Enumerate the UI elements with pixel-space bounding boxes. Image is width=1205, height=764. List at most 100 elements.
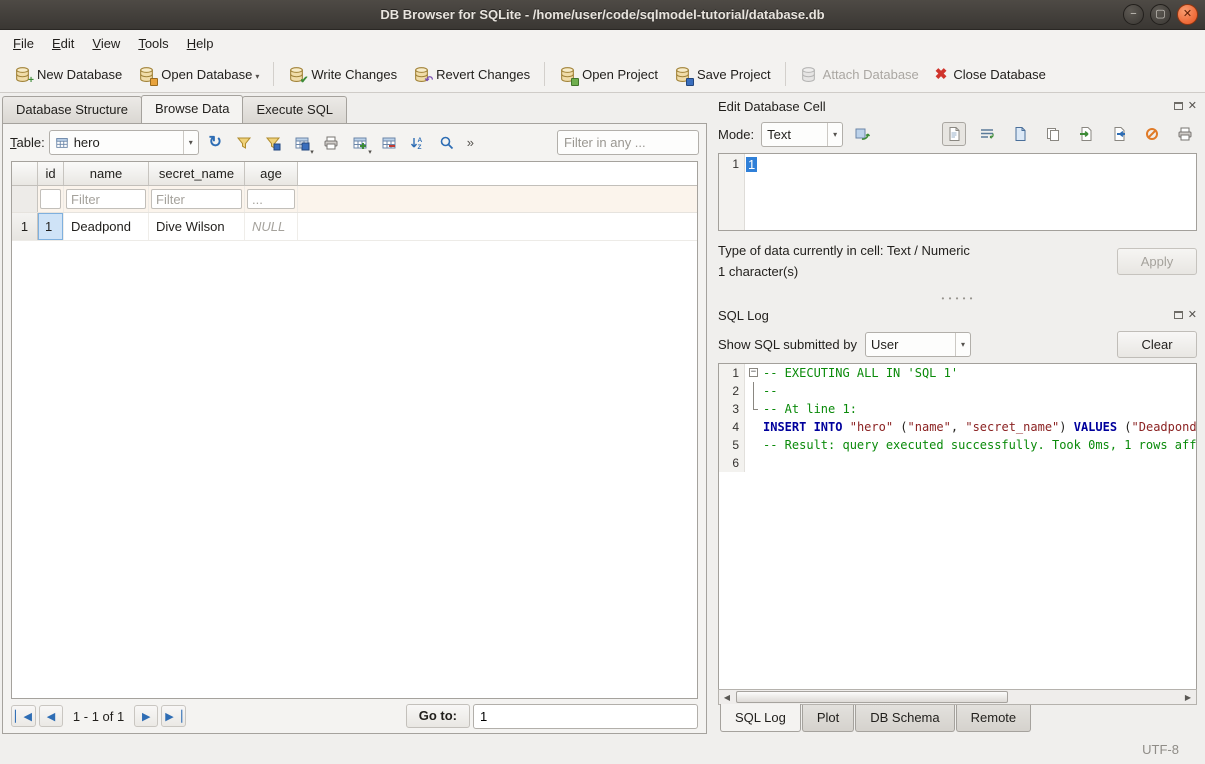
mode-select[interactable]: Text ▾	[761, 122, 843, 147]
main-tabs: Database Structure Browse Data Execute S…	[2, 95, 707, 123]
text-document-button[interactable]	[942, 122, 966, 146]
print-table-button[interactable]	[319, 130, 344, 155]
menu-help[interactable]: Help	[178, 32, 223, 55]
goto-button[interactable]: Go to:	[406, 704, 470, 728]
show-sql-label: Show SQL submitted by	[718, 337, 857, 352]
delete-record-button[interactable]	[377, 130, 402, 155]
filter-input-id[interactable]	[40, 189, 61, 209]
previous-page-button[interactable]: ◀	[39, 705, 63, 727]
first-page-button[interactable]: ▏◀	[11, 705, 36, 727]
attach-database-button[interactable]: Attach Database	[792, 60, 927, 89]
sql-log-line: 1−-- EXECUTING ALL IN 'SQL 1'	[719, 364, 1196, 382]
goto-input[interactable]	[473, 704, 698, 729]
tab-plot[interactable]: Plot	[802, 705, 854, 732]
filter-any-input[interactable]	[557, 130, 699, 155]
sql-log-view[interactable]: 1−-- EXECUTING ALL IN 'SQL 1'2--3-- At l…	[718, 363, 1197, 689]
toolbar-overflow-chevron[interactable]: »	[464, 135, 477, 150]
maximize-button[interactable]: ▢	[1150, 4, 1171, 25]
clear-log-button[interactable]: Clear	[1117, 331, 1197, 358]
set-null-button[interactable]	[1140, 122, 1164, 146]
filter-input-name[interactable]	[66, 189, 146, 209]
cell-id[interactable]: 1	[38, 213, 64, 240]
scrollbar-thumb[interactable]	[736, 691, 1008, 703]
find-in-table-button[interactable]	[435, 130, 460, 155]
table-select[interactable]: hero ▾	[49, 130, 199, 155]
cell-name[interactable]: Deadpond	[64, 213, 149, 240]
column-header-age[interactable]: age	[245, 162, 298, 185]
open-in-editor-button[interactable]	[1008, 122, 1032, 146]
auto-mode-button[interactable]	[850, 122, 874, 146]
cell-age[interactable]: NULL	[245, 213, 298, 240]
table-icon	[55, 136, 69, 150]
close-database-button[interactable]: ✖ Close Database	[927, 59, 1054, 89]
refresh-button[interactable]: ↻	[203, 130, 228, 155]
open-database-dropdown-icon[interactable]: ▾	[255, 72, 259, 81]
scroll-right-icon[interactable]: ▶	[1180, 693, 1196, 702]
table-save-icon	[294, 135, 310, 151]
cell-editor[interactable]: 1 1	[718, 153, 1197, 231]
filter-input-age[interactable]	[247, 189, 295, 209]
main-toolbar: + New Database Open Database ▾ ✔ Write C…	[0, 56, 1205, 93]
printer-icon	[323, 135, 339, 151]
next-page-button[interactable]: ▶	[134, 705, 158, 727]
sql-log-header: SQL Log ✕	[718, 304, 1197, 326]
undock-icon[interactable]	[1174, 102, 1183, 110]
sql-log-lines: 1−-- EXECUTING ALL IN 'SQL 1'2--3-- At l…	[719, 364, 1196, 472]
tab-sql-log[interactable]: SQL Log	[720, 704, 801, 732]
sort-button[interactable]: AZ	[406, 130, 431, 155]
svg-text:A: A	[418, 137, 423, 144]
export-table-button[interactable]: ▾	[290, 130, 315, 155]
revert-changes-button[interactable]: ↶ Revert Changes	[405, 60, 538, 89]
open-project-button[interactable]: Open Project	[551, 60, 666, 89]
filter-input-secret-name[interactable]	[151, 189, 242, 209]
column-header-id[interactable]: id	[38, 162, 64, 185]
fold-collapse-icon[interactable]: −	[749, 368, 758, 377]
close-database-icon: ✖	[935, 65, 948, 83]
main-content: Database Structure Browse Data Execute S…	[0, 93, 1205, 734]
undock-icon[interactable]	[1174, 311, 1183, 319]
row-header[interactable]: 1	[12, 213, 38, 240]
save-filter-button[interactable]	[261, 130, 286, 155]
submitted-by-select[interactable]: User ▾	[865, 332, 971, 357]
word-wrap-button[interactable]	[975, 122, 999, 146]
copy-cell-button[interactable]	[1041, 122, 1065, 146]
database-revert-icon: ↶	[413, 66, 430, 83]
cell-secret-name[interactable]: Dive Wilson	[149, 213, 245, 240]
tab-remote[interactable]: Remote	[956, 705, 1032, 732]
close-panel-icon[interactable]: ✕	[1188, 310, 1197, 320]
save-project-button[interactable]: Save Project	[666, 60, 779, 89]
tab-db-schema[interactable]: DB Schema	[855, 705, 954, 732]
null-icon	[1144, 126, 1160, 142]
column-header-secret-name[interactable]: secret_name	[149, 162, 245, 185]
horizontal-scrollbar[interactable]: ◀ ▶	[718, 689, 1197, 705]
new-database-button[interactable]: + New Database	[6, 60, 130, 89]
cell-info: Type of data currently in cell: Text / N…	[718, 240, 1197, 292]
menu-file[interactable]: File	[4, 32, 43, 55]
import-cell-button[interactable]	[1074, 122, 1098, 146]
open-database-button[interactable]: Open Database ▾	[130, 60, 267, 89]
last-page-button[interactable]: ▶▕	[161, 705, 186, 727]
minimize-button[interactable]: −	[1123, 4, 1144, 25]
tab-browse-data[interactable]: Browse Data	[141, 95, 243, 123]
app-window: DB Browser for SQLite - /home/user/code/…	[0, 0, 1205, 764]
close-panel-icon[interactable]: ✕	[1188, 101, 1197, 111]
document-blue-icon	[1012, 126, 1028, 142]
menu-edit[interactable]: Edit	[43, 32, 83, 55]
tab-database-structure[interactable]: Database Structure	[2, 96, 142, 123]
clear-filters-button[interactable]	[232, 130, 257, 155]
print-cell-button[interactable]	[1173, 122, 1197, 146]
insert-record-button[interactable]: ▾	[348, 130, 373, 155]
tab-execute-sql[interactable]: Execute SQL	[242, 96, 347, 123]
export-cell-button[interactable]	[1107, 122, 1131, 146]
menu-tools[interactable]: Tools	[129, 32, 177, 55]
menu-view[interactable]: View	[83, 32, 129, 55]
printer-icon	[1177, 126, 1193, 142]
edit-cell-title: Edit Database Cell	[718, 99, 1174, 114]
database-write-icon: ✔	[288, 66, 305, 83]
apply-button[interactable]: Apply	[1117, 248, 1197, 275]
column-header-name[interactable]: name	[64, 162, 149, 185]
horizontal-splitter[interactable]	[718, 292, 1197, 304]
close-button[interactable]: ✕	[1177, 4, 1198, 25]
write-changes-button[interactable]: ✔ Write Changes	[280, 60, 405, 89]
scroll-left-icon[interactable]: ◀	[719, 693, 735, 702]
